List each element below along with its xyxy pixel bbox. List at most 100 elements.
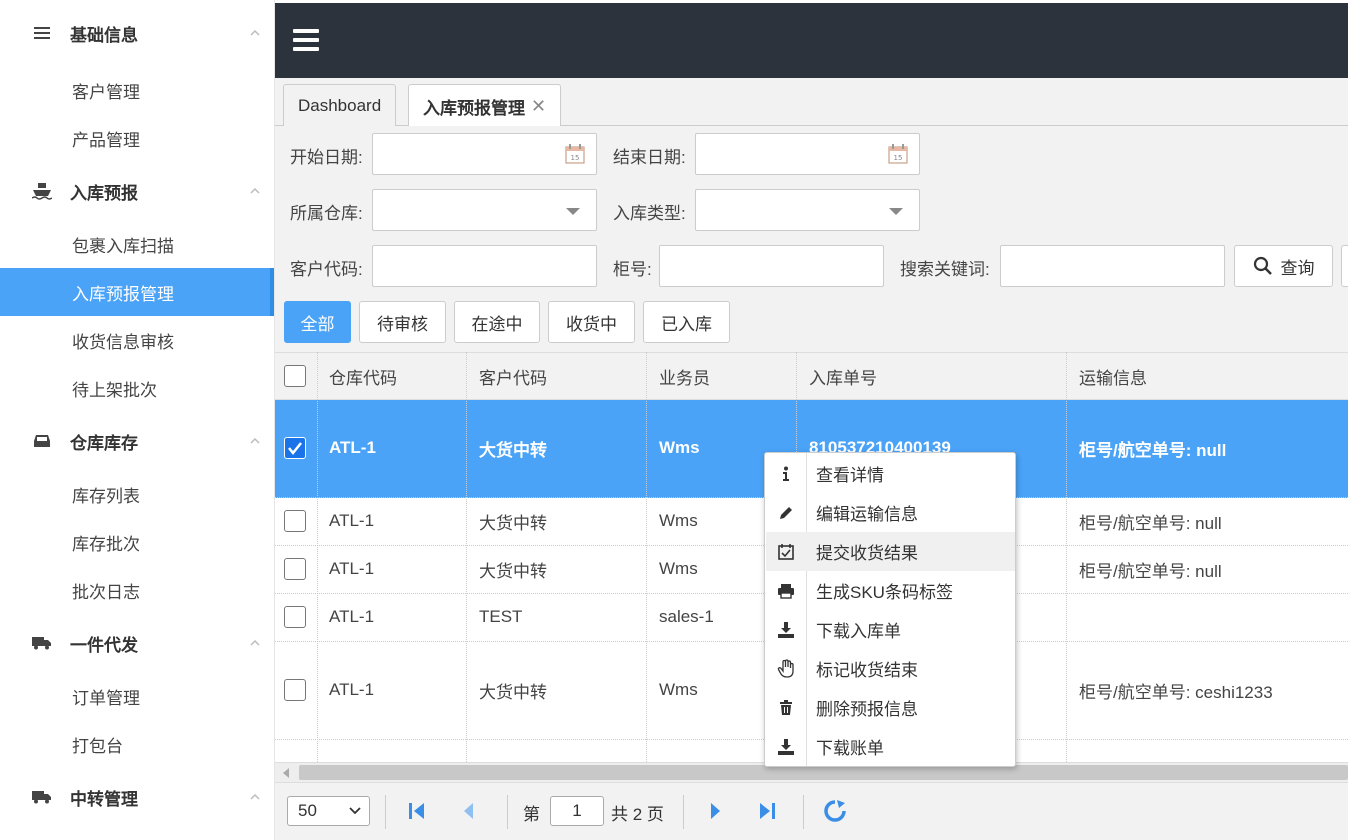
printer-icon — [766, 583, 806, 599]
chevron-up-icon — [250, 29, 260, 36]
menu-item-delete-forecast[interactable]: 删除预报信息 — [766, 688, 1015, 727]
menu-item-download-bill[interactable]: 下载账单 — [766, 727, 1015, 766]
menu-item-download-inbound[interactable]: 下载入库单 — [766, 610, 1015, 649]
first-page-icon[interactable] — [405, 799, 429, 823]
sidebar-item-customer[interactable]: 客户管理 — [0, 66, 274, 114]
sidebar-item-batch-log[interactable]: 批次日志 — [0, 566, 274, 614]
scrollbar-thumb[interactable] — [299, 765, 1348, 780]
status-tab-all[interactable]: 全部 — [284, 301, 351, 343]
close-icon[interactable]: ✕ — [531, 96, 546, 117]
sidebar-group-dropship[interactable]: 一件代发 — [0, 614, 274, 672]
menu-item-edit-transport[interactable]: 编辑运输信息 — [766, 493, 1015, 532]
menu-item-submit-receipt[interactable]: 提交收货结果 — [766, 532, 1015, 571]
chevron-up-icon — [250, 437, 260, 444]
cell-customer: 大货中转 — [479, 682, 547, 702]
column-header-sales[interactable]: 业务员 — [647, 353, 797, 399]
row-checkbox[interactable] — [284, 558, 306, 580]
chevron-up-icon — [250, 639, 260, 646]
end-date-input[interactable]: 15 — [695, 133, 920, 175]
inbox-icon — [32, 431, 52, 451]
sidebar-group-title: 入库预报 — [70, 183, 138, 203]
hand-icon — [766, 658, 806, 679]
status-tab-pending-review[interactable]: 待审核 — [359, 301, 446, 343]
cell-transport: 柜号/航空单号: null — [1079, 561, 1222, 581]
sidebar-item-product[interactable]: 产品管理 — [0, 114, 274, 162]
scroll-left-icon[interactable] — [283, 768, 289, 778]
sidebar-item-receipt-review[interactable]: 收货信息审核 — [0, 316, 274, 364]
page-number-input[interactable]: 1 — [550, 796, 604, 826]
customer-code-input[interactable] — [372, 245, 597, 287]
calendar-check-icon — [766, 543, 806, 561]
download-icon — [766, 738, 806, 756]
cell-warehouse: ATL-1 — [329, 438, 376, 457]
table-header: 仓库代码 客户代码 业务员 入库单号 运输信息 — [275, 352, 1348, 400]
sidebar-group-title: 中转管理 — [70, 789, 138, 809]
menu-item-view-details[interactable]: 查看详情 — [766, 454, 1015, 493]
container-label: 柜号: — [613, 260, 652, 279]
status-tab-in-transit[interactable]: 在途中 — [454, 301, 540, 343]
pager-divider — [683, 795, 684, 829]
page-size-value: 50 — [298, 801, 317, 820]
keyword-input[interactable] — [1000, 245, 1225, 287]
start-date-input[interactable]: 15 — [372, 133, 597, 175]
row-checkbox[interactable] — [284, 606, 306, 628]
sidebar-item-order-management[interactable]: 订单管理 — [0, 672, 274, 720]
tab-label: 入库预报管理 — [423, 98, 525, 118]
inbound-type-select[interactable] — [695, 189, 920, 231]
menu-item-label: 下载入库单 — [816, 622, 901, 641]
menu-item-label: 标记收货结束 — [816, 661, 918, 680]
page-size-select[interactable]: 50 — [287, 796, 370, 826]
refresh-icon[interactable] — [823, 799, 847, 823]
column-header-customer[interactable]: 客户代码 — [467, 353, 647, 399]
cell-customer: 大货中转 — [479, 513, 547, 533]
more-button[interactable] — [1341, 245, 1348, 287]
sidebar-group-inbound[interactable]: 入库预报 — [0, 162, 274, 220]
row-checkbox[interactable] — [284, 679, 306, 701]
menu-item-generate-sku-labels[interactable]: 生成SKU条码标签 — [766, 571, 1015, 610]
sidebar-group-transit[interactable]: 中转管理 — [0, 768, 274, 826]
column-header-order-no[interactable]: 入库单号 — [797, 353, 1067, 399]
caret-down-icon — [566, 208, 580, 215]
sidebar-item-packing-station[interactable]: 打包台 — [0, 720, 274, 768]
tab-inbound-forecast[interactable]: 入库预报管理 ✕ — [408, 84, 562, 127]
sidebar-item-stock-list[interactable]: 库存列表 — [0, 470, 274, 518]
select-all-checkbox[interactable] — [284, 365, 306, 387]
container-input[interactable] — [659, 245, 884, 287]
sidebar-group-basic-info[interactable]: 基础信息 — [0, 0, 274, 66]
cell-transport: 柜号/航空单号: null — [1079, 513, 1222, 533]
row-checkbox[interactable] — [284, 510, 306, 532]
status-tab-received[interactable]: 已入库 — [643, 301, 730, 343]
sidebar-item-pending-shelving[interactable]: 待上架批次 — [0, 364, 274, 412]
sidebar-group-title: 基础信息 — [70, 25, 138, 45]
customer-code-label: 客户代码: — [290, 260, 363, 279]
warehouse-select[interactable] — [372, 189, 597, 231]
row-checkbox[interactable] — [284, 437, 306, 459]
cell-transport — [1067, 594, 1347, 640]
filter-panel: 开始日期: 15 结束日期: 15 所属仓库: 入库类型: 客户代码: 柜号: … — [275, 126, 1348, 352]
prev-page-icon[interactable] — [457, 799, 481, 823]
menu-toggle-icon[interactable] — [293, 29, 319, 51]
sidebar-group-title: 仓库库存 — [70, 433, 138, 453]
status-tab-receiving[interactable]: 收货中 — [548, 301, 635, 343]
calendar-icon[interactable]: 15 — [564, 143, 586, 165]
menu-item-label: 下载账单 — [816, 739, 884, 758]
sidebar-group-inventory[interactable]: 仓库库存 — [0, 412, 274, 470]
tab-bar: Dashboard 入库预报管理 ✕ — [275, 78, 1348, 127]
column-header-warehouse[interactable]: 仓库代码 — [317, 353, 467, 399]
menu-item-mark-receipt-complete[interactable]: 标记收货结束 — [766, 649, 1015, 688]
column-header-transport[interactable]: 运输信息 — [1067, 353, 1347, 399]
last-page-icon[interactable] — [755, 799, 779, 823]
top-bar — [275, 0, 1348, 78]
tab-dashboard[interactable]: Dashboard — [283, 84, 397, 127]
column-divider — [646, 352, 647, 762]
svg-text:15: 15 — [571, 154, 580, 162]
sidebar-item-stock-batch[interactable]: 库存批次 — [0, 518, 274, 566]
trash-icon — [766, 699, 806, 716]
cell-transport: 柜号/航空单号: null — [1079, 440, 1227, 460]
sidebar-item-parcel-scan[interactable]: 包裹入库扫描 — [0, 220, 274, 268]
calendar-icon[interactable]: 15 — [887, 143, 909, 165]
search-button[interactable]: 查询 — [1234, 245, 1333, 287]
sidebar-item-inbound-forecast[interactable]: 入库预报管理 — [0, 268, 274, 316]
cell-transport: 柜号/航空单号: ceshi1233 — [1079, 682, 1273, 702]
next-page-icon[interactable] — [703, 799, 727, 823]
